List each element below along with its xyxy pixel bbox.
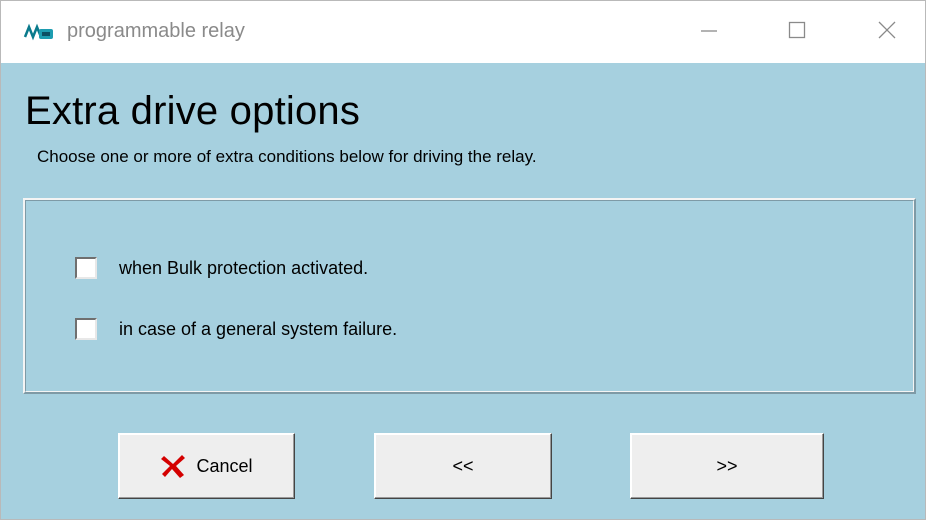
system-failure-label[interactable]: in case of a general system failure. bbox=[119, 319, 397, 340]
title-bar[interactable]: programmable relay bbox=[1, 1, 925, 63]
minimize-button[interactable] bbox=[679, 1, 739, 63]
close-icon bbox=[877, 20, 897, 45]
options-group-box bbox=[23, 198, 916, 394]
page-instructions: Choose one or more of extra conditions b… bbox=[37, 147, 537, 166]
option-bulk-protection[interactable]: when Bulk protection activated. bbox=[75, 257, 368, 279]
next-button[interactable]: >> bbox=[630, 433, 824, 499]
bulk-protection-checkbox[interactable] bbox=[75, 257, 97, 279]
cancel-label: Cancel bbox=[196, 455, 253, 476]
window-title: programmable relay bbox=[67, 20, 245, 42]
minimize-icon bbox=[699, 20, 719, 45]
bulk-protection-label[interactable]: when Bulk protection activated. bbox=[119, 258, 368, 279]
back-button[interactable]: << bbox=[374, 433, 552, 499]
maximize-icon bbox=[787, 20, 807, 45]
page-title: Extra drive options bbox=[25, 89, 361, 133]
close-button[interactable] bbox=[857, 1, 917, 63]
relay-app-icon bbox=[23, 23, 55, 43]
maximize-button[interactable] bbox=[767, 1, 827, 63]
red-x-icon bbox=[160, 453, 186, 479]
option-system-failure[interactable]: in case of a general system failure. bbox=[75, 318, 397, 340]
wizard-window: programmable relay Extra drive options C… bbox=[0, 0, 926, 520]
options-group-inner bbox=[25, 200, 914, 392]
back-label: << bbox=[452, 455, 474, 476]
cancel-button[interactable]: Cancel bbox=[118, 433, 295, 499]
system-failure-checkbox[interactable] bbox=[75, 318, 97, 340]
next-label: >> bbox=[716, 455, 738, 476]
